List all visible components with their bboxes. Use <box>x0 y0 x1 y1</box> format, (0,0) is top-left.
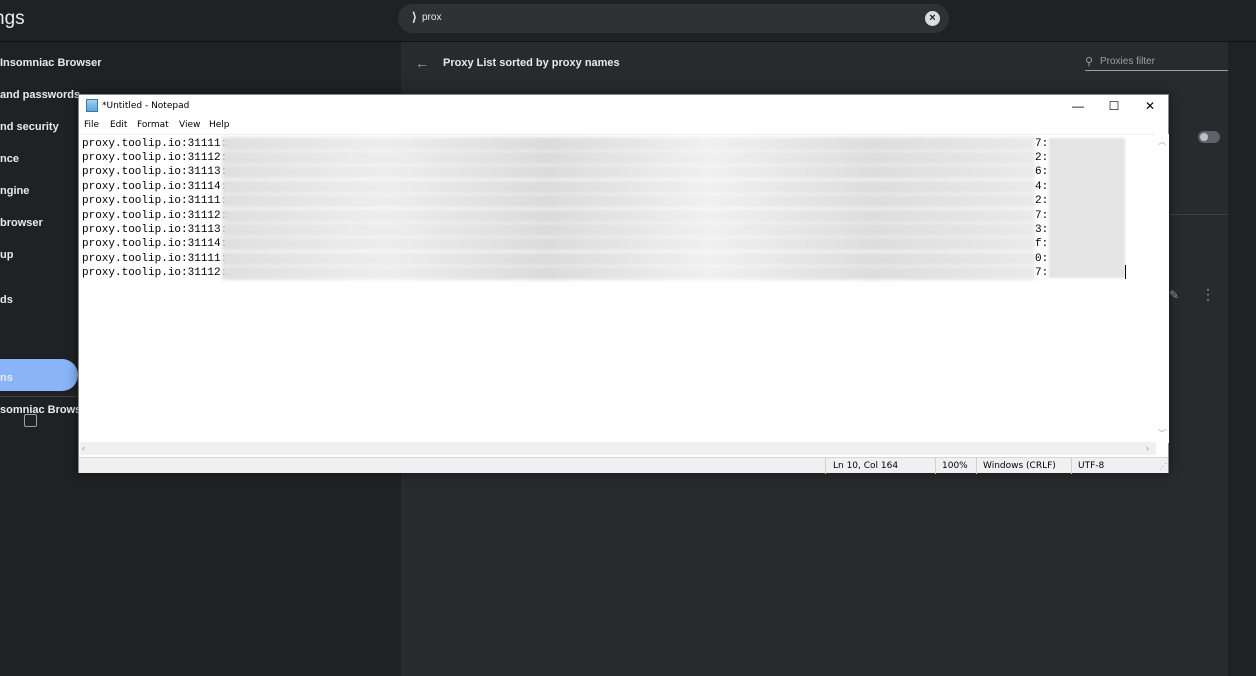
sidebar-item-search-engine[interactable]: ngine <box>0 185 29 203</box>
menu-help[interactable]: Help <box>209 120 230 130</box>
settings-top-bar: ngs ⟩ prox × <box>0 0 1256 42</box>
sidebar-item-on-startup[interactable]: up <box>0 249 13 267</box>
search-icon: ⚲ <box>1085 56 1094 68</box>
sidebar-divider <box>0 396 78 397</box>
text-line-tail: 4: <box>1035 181 1049 193</box>
text-line: proxy.toolip.io:31113: <box>82 224 228 236</box>
redacted-region <box>222 223 1035 237</box>
redacted-region <box>222 252 1035 266</box>
settings-search-input[interactable]: prox <box>422 12 441 23</box>
status-bar: Ln 10, Col 164 100% Windows (CRLF) UTF-8… <box>79 457 1168 474</box>
text-line: proxy.toolip.io:31111: <box>82 253 228 265</box>
status-divider <box>935 458 936 474</box>
notepad-title-bar[interactable]: *Untitled - Notepad — ☐ ✕ <box>79 95 1168 117</box>
settings-sidebar: Insomniac Browser and passwords nd secur… <box>0 42 101 676</box>
text-line: proxy.toolip.io:31112: <box>82 152 228 164</box>
zoom-level: 100% <box>942 461 968 471</box>
toggle-switch[interactable] <box>1198 131 1220 143</box>
sidebar-item-default-browser[interactable]: browser <box>0 217 43 235</box>
text-line-tail: 0: <box>1035 253 1049 265</box>
sidebar-item-about[interactable]: somniac Brows <box>0 404 81 422</box>
text-line: proxy.toolip.io:31114: <box>82 181 228 193</box>
menu-format[interactable]: Format <box>137 120 169 130</box>
sidebar-item-extensions[interactable]: ns <box>0 372 13 390</box>
line-ending: Windows (CRLF) <box>983 461 1056 471</box>
search-icon: ⟩ <box>412 10 417 24</box>
maximize-icon[interactable]: ☐ <box>1096 95 1132 117</box>
status-divider <box>1071 458 1072 474</box>
text-caret <box>1125 265 1126 279</box>
scroll-left-icon[interactable]: ‹ <box>82 443 85 453</box>
scrollbar-track[interactable] <box>1228 42 1256 676</box>
text-line-tail: 6: <box>1035 166 1049 178</box>
close-icon[interactable]: ✕ <box>1132 95 1168 117</box>
edit-icon[interactable]: ✎ <box>1169 288 1179 302</box>
clear-search-icon[interactable]: × <box>925 11 940 26</box>
text-line: proxy.toolip.io:31114: <box>82 238 228 250</box>
text-line-tail: f: <box>1035 238 1049 250</box>
cursor-position: Ln 10, Col 164 <box>833 461 899 471</box>
text-line: proxy.toolip.io:31112: <box>82 267 228 279</box>
text-line-tail: 7: <box>1035 138 1049 150</box>
sidebar-item-appearance[interactable]: nce <box>0 153 19 171</box>
settings-search-box[interactable]: ⟩ prox × <box>398 4 949 33</box>
window-title: *Untitled - Notepad <box>102 101 190 111</box>
notepad-window[interactable]: *Untitled - Notepad — ☐ ✕ File Edit Form… <box>78 94 1169 474</box>
text-line: proxy.toolip.io:31111: <box>82 138 228 150</box>
minimize-icon[interactable]: — <box>1060 95 1096 117</box>
menu-edit[interactable]: Edit <box>110 120 127 130</box>
menu-bar: File Edit Format View Help <box>79 117 1168 134</box>
proxies-filter-input[interactable]: ⚲ Proxies filter <box>1085 55 1228 71</box>
text-line: proxy.toolip.io:31113: <box>82 166 228 178</box>
encoding: UTF-8 <box>1078 461 1105 471</box>
text-line: proxy.toolip.io:31111: <box>82 195 228 207</box>
page-title: Proxy List sorted by proxy names <box>443 57 620 69</box>
redacted-region <box>222 209 1035 223</box>
text-line-tail: 3: <box>1035 224 1049 236</box>
redacted-region <box>222 194 1035 208</box>
text-editor[interactable]: proxy.toolip.io:31111: 7: proxy.toolip.i… <box>80 134 1155 443</box>
redacted-region <box>222 137 1035 151</box>
sidebar-item-privacy-security[interactable]: nd security <box>0 121 59 139</box>
text-line: proxy.toolip.io:31112: <box>82 210 228 222</box>
more-vert-icon[interactable]: ⋮ <box>1201 287 1215 301</box>
proxies-filter-placeholder: Proxies filter <box>1100 56 1156 67</box>
settings-title: ngs <box>0 8 25 29</box>
sidebar-item-insomniac-browser[interactable]: Insomniac Browser <box>0 57 101 75</box>
menu-file[interactable]: File <box>84 120 99 130</box>
horizontal-scrollbar[interactable]: ‹ › <box>80 442 1156 455</box>
vertical-scrollbar[interactable]: ︿ ﹀ <box>1156 134 1169 443</box>
text-line-tail: 2: <box>1035 195 1049 207</box>
scroll-down-icon[interactable]: ﹀ <box>1158 428 1166 439</box>
resize-grip-icon[interactable]: ⋰ <box>1159 462 1167 471</box>
text-line-tail: 7: <box>1035 210 1049 222</box>
back-arrow-icon[interactable]: ← <box>415 55 429 71</box>
text-line-tail: 7: <box>1035 267 1049 279</box>
redacted-region <box>222 237 1035 251</box>
sidebar-item-autofill-passwords[interactable]: and passwords <box>0 89 80 107</box>
redacted-region <box>222 165 1035 179</box>
scroll-right-icon[interactable]: › <box>1146 443 1149 453</box>
redacted-region <box>1049 138 1125 278</box>
redacted-region <box>222 151 1035 165</box>
text-line-tail: 2: <box>1035 152 1049 164</box>
sidebar-item-downloads[interactable]: ds <box>0 294 13 312</box>
scroll-up-icon[interactable]: ︿ <box>1158 136 1166 147</box>
menu-view[interactable]: View <box>179 120 200 130</box>
status-divider <box>825 458 826 474</box>
redacted-region <box>222 180 1035 194</box>
status-divider <box>976 458 977 474</box>
notepad-icon <box>86 99 98 112</box>
redacted-region <box>222 266 1035 280</box>
